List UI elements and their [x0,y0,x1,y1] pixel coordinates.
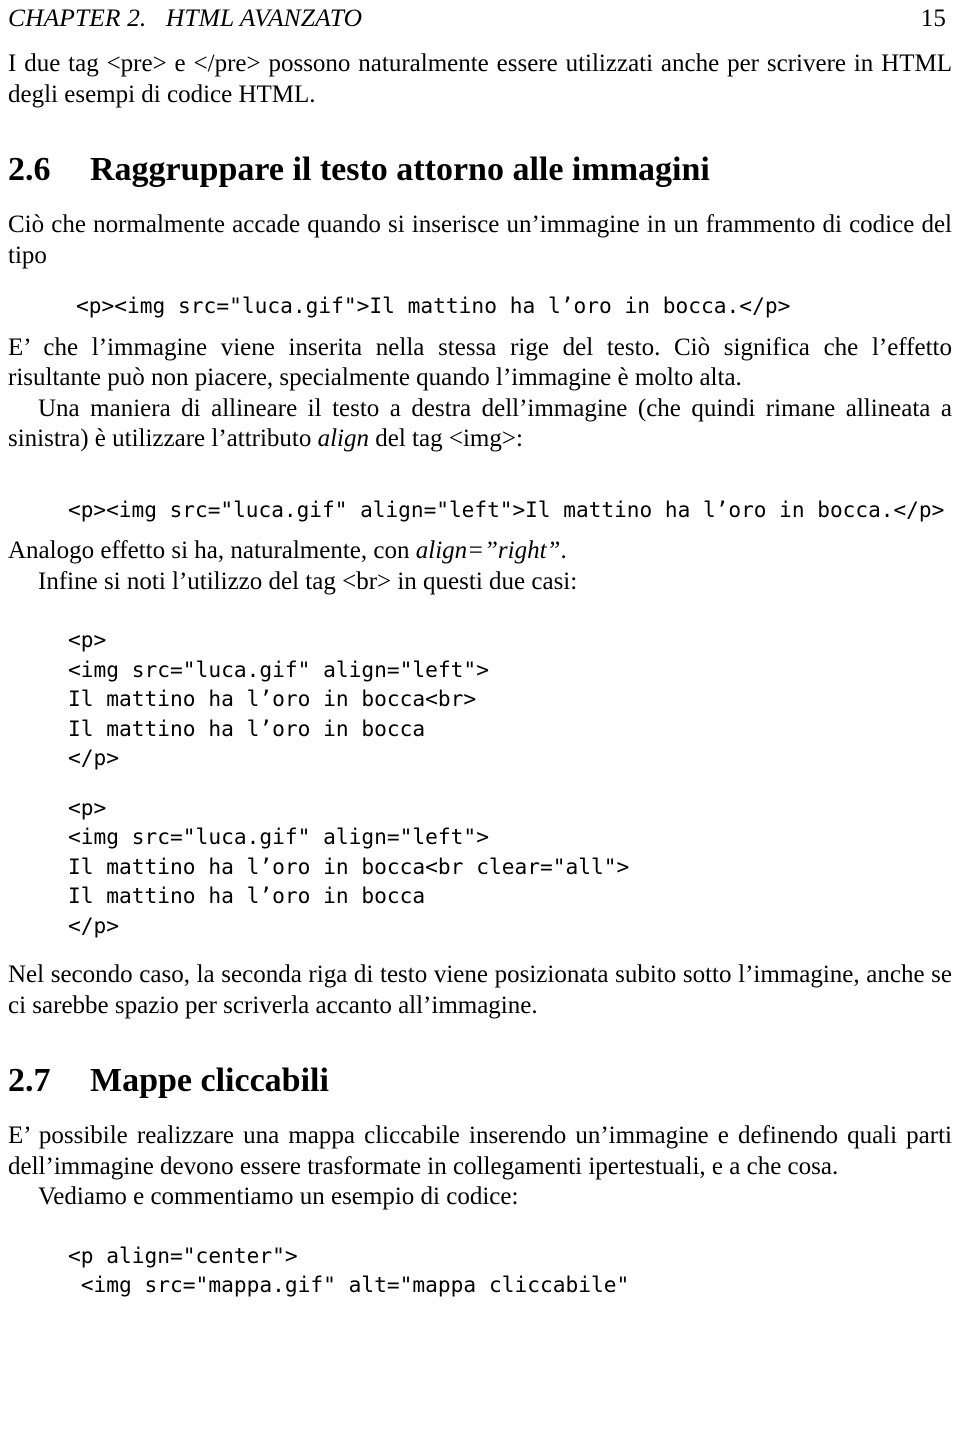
code-block-1: <p><img src="luca.gif">Il mattino ha l’o… [76,293,791,318]
running-header: CHAPTER 2. HTML AVANZATO 15 [8,0,952,37]
paragraph-2-6-6: Nel secondo caso, la seconda riga di tes… [8,961,952,1019]
section-number: 2.6 [8,151,51,188]
paragraph-2-6-5: Infine si noti l’utilizzo del tag <br> i… [38,567,578,595]
paragraph-2-6-3: Una maniera di allineare il testo a dest… [8,394,952,455]
code-block-5: <p align="center"> <img src="mappa.gif" … [68,1242,630,1298]
italic-align-right: align=”right” [415,537,561,564]
section-heading-2-6: 2.6 Raggruppare il testo attorno alle im… [8,150,952,190]
paragraph-2-6-4: Analogo effetto si ha, naturalmente, con… [8,536,952,567]
paragraph-2-7-2: Vediamo e commentiamo un esempio di codi… [38,1183,519,1210]
section-heading-2-7: 2.7 Mappe cliccabili [8,1061,952,1101]
document-page: CHAPTER 2. HTML AVANZATO 15 I due tag <p… [0,0,960,1430]
chapter-title: CHAPTER 2. HTML AVANZATO [8,3,363,32]
paragraph-2-6-3-after: del tag <img>: [369,425,523,452]
code-block-2: <p><img src="luca.gif" align="left">Il m… [68,496,945,522]
paragraph-2-6-1: Ciò che normalmente accade quando si ins… [8,211,952,269]
section-number: 2.7 [8,1062,51,1099]
section-title: Mappe cliccabili [90,1062,329,1099]
paragraph-2-6-4-after: . [560,537,567,564]
code-block-4: <p> <img src="luca.gif" align="left"> Il… [68,794,630,938]
code-block-3: <p> <img src="luca.gif" align="left"> Il… [68,627,489,770]
section-title: Raggruppare il testo attorno alle immagi… [90,151,710,188]
paragraph-2-7-1: E’ possibile realizzare una mappa clicca… [8,1122,952,1180]
paragraph-2-6-4-before: Analogo effetto si ha, naturalmente, con [8,537,416,564]
intro-paragraph: I due tag <pre> e </pre> possono natural… [8,50,952,108]
italic-align: align [317,425,370,452]
page-number: 15 [920,5,946,32]
paragraph-2-6-2: E’ che l’immagine viene inserita nella s… [8,333,952,392]
